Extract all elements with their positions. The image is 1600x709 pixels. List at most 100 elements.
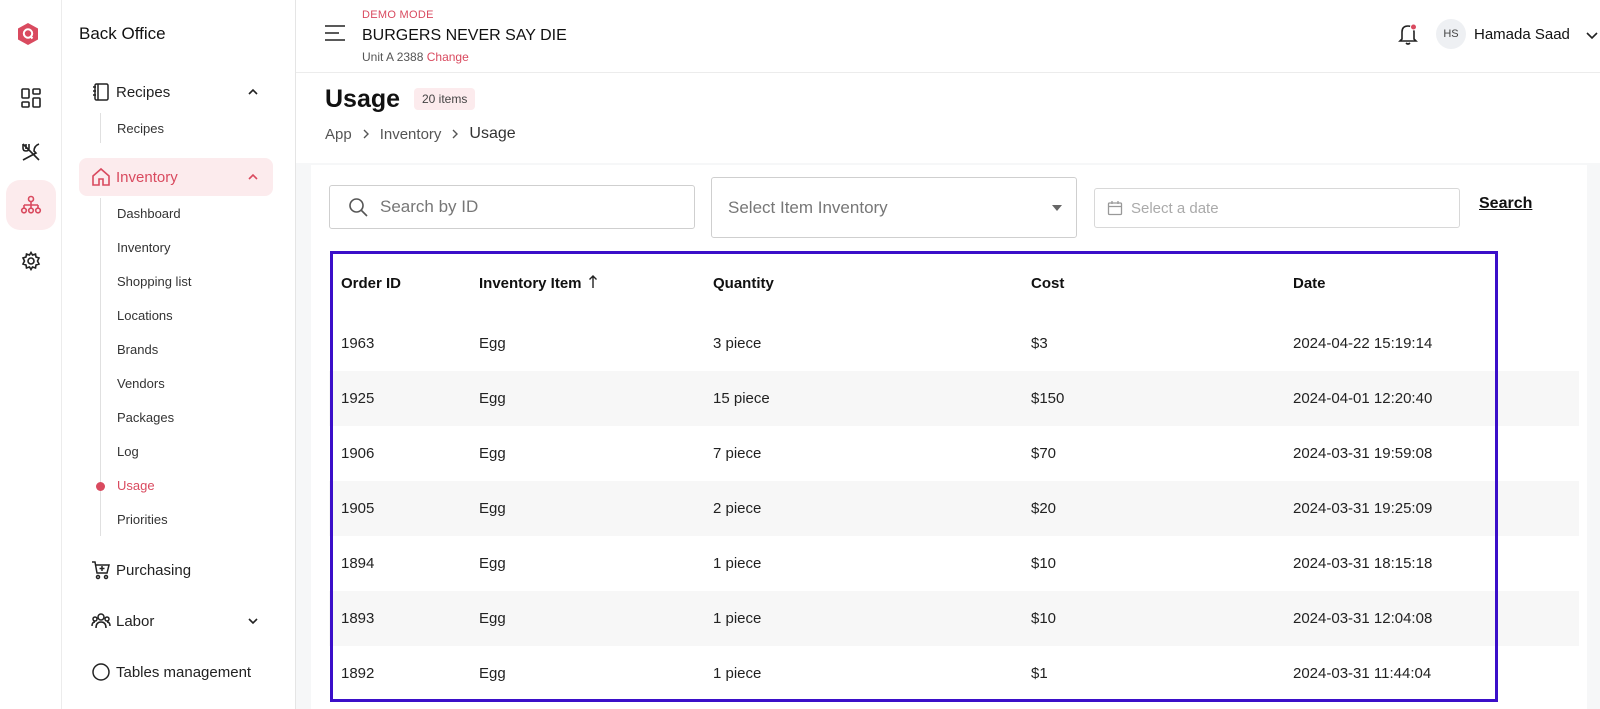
- column-cost[interactable]: Cost: [1031, 275, 1064, 292]
- cell-inventory-item: Egg: [479, 445, 506, 462]
- cell-cost: $20: [1031, 500, 1057, 517]
- avatar[interactable]: HS: [1436, 19, 1466, 49]
- cell-cost: $10: [1031, 610, 1057, 627]
- date-picker[interactable]: Select a date: [1094, 188, 1460, 228]
- sidebar-item-dashboard[interactable]: Dashboard: [117, 206, 181, 221]
- circle-icon: [90, 661, 112, 683]
- cell-inventory-item: Egg: [479, 500, 506, 517]
- sidebar-brand: Back Office: [79, 24, 166, 43]
- book-icon: [90, 81, 112, 103]
- caret-down-icon: [1052, 205, 1062, 211]
- sidebar-item-locations[interactable]: Locations: [117, 308, 173, 323]
- active-indicator: [96, 482, 105, 491]
- cart-icon: [90, 559, 112, 581]
- chevron-right-icon: [363, 129, 369, 139]
- cell-order-id: 1893: [341, 610, 375, 627]
- sidebar-group-label: Labor: [116, 612, 155, 630]
- content-card: Select Item Inventory Select a date Sear…: [311, 165, 1587, 709]
- cell-quantity: 7 piece: [713, 445, 762, 462]
- table-row[interactable]: 1906 Egg 7 piece $70 2024-03-31 19:59:08: [329, 426, 1579, 481]
- sidebar-group-tables[interactable]: Tables management: [79, 653, 273, 691]
- column-order-id[interactable]: Order ID: [341, 275, 401, 292]
- sidebar-item-log[interactable]: Log: [117, 444, 139, 459]
- cell-quantity: 2 piece: [713, 500, 762, 517]
- column-quantity[interactable]: Quantity: [713, 275, 774, 292]
- cell-cost: $150: [1031, 390, 1065, 407]
- sidebar-group-recipes[interactable]: Recipes: [79, 73, 273, 111]
- cell-cost: $1: [1031, 665, 1048, 682]
- sidebar-item-shopping-list[interactable]: Shopping list: [117, 274, 191, 289]
- select-placeholder: Select Item Inventory: [728, 197, 888, 217]
- table-row[interactable]: 1905 Egg 2 piece $20 2024-03-31 19:25:09: [329, 481, 1579, 536]
- chevron-down-icon[interactable]: [1586, 30, 1598, 40]
- main-content: Usage 20 items App Inventory Usage Selec…: [296, 73, 1600, 709]
- cell-date: 2024-03-31 18:15:18: [1293, 555, 1433, 572]
- cell-quantity: 1 piece: [713, 610, 762, 627]
- cell-inventory-item: Egg: [479, 665, 506, 682]
- bell-icon[interactable]: [1396, 22, 1420, 46]
- cell-inventory-item: Egg: [479, 390, 506, 407]
- sidebar-item-priorities[interactable]: Priorities: [117, 512, 168, 527]
- search-button[interactable]: Search: [1479, 195, 1532, 213]
- column-date[interactable]: Date: [1293, 275, 1326, 292]
- page-header: Usage 20 items App Inventory Usage: [296, 73, 1600, 163]
- breadcrumb-usage: Usage: [469, 125, 516, 142]
- column-label: Inventory Item: [479, 275, 582, 292]
- table-row[interactable]: 1893 Egg 1 piece $10 2024-03-31 12:04:08: [329, 591, 1579, 646]
- breadcrumb-app[interactable]: App: [325, 126, 352, 143]
- sidebar-group-purchasing[interactable]: Purchasing: [79, 551, 273, 589]
- table-row[interactable]: 1894 Egg 1 piece $10 2024-03-31 18:15:18: [329, 536, 1579, 591]
- cell-date: 2024-04-22 15:19:14: [1293, 335, 1433, 352]
- chevron-down-icon[interactable]: [247, 615, 259, 627]
- column-inventory-item[interactable]: Inventory Item: [479, 275, 598, 292]
- cell-date: 2024-03-31 12:04:08: [1293, 610, 1433, 627]
- search-box[interactable]: [329, 185, 695, 229]
- cell-date: 2024-03-31 11:44:04: [1293, 665, 1432, 682]
- sidebar-group-inventory[interactable]: Inventory: [79, 158, 273, 196]
- sort-arrow-up-icon[interactable]: [588, 275, 598, 289]
- rail-dashboard-button[interactable]: [6, 73, 56, 123]
- demo-mode-label: DEMO MODE: [362, 9, 434, 21]
- cell-quantity: 1 piece: [713, 555, 762, 572]
- cell-date: 2024-04-01 12:20:40: [1293, 390, 1433, 407]
- cell-order-id: 1905: [341, 500, 375, 517]
- menu-icon[interactable]: [324, 24, 346, 42]
- home-icon: [90, 166, 112, 188]
- table-row[interactable]: 1963 Egg 3 piece $3 2024-04-22 15:19:14: [329, 316, 1579, 371]
- rail-menu-button[interactable]: [6, 127, 56, 177]
- breadcrumb-inventory[interactable]: Inventory: [380, 126, 442, 143]
- sidebar-group-labor[interactable]: Labor: [79, 602, 273, 640]
- chevron-up-icon[interactable]: [247, 171, 259, 183]
- table-row[interactable]: 1892 Egg 1 piece $1 2024-03-31 11:44:04: [329, 646, 1579, 701]
- utensils-icon: [22, 143, 40, 161]
- chevron-right-icon: [452, 129, 459, 139]
- sidebar-item-vendors[interactable]: Vendors: [117, 376, 165, 391]
- sidebar-item-packages[interactable]: Packages: [117, 410, 174, 425]
- tree-line: [100, 113, 101, 143]
- sidebar-item-recipes[interactable]: Recipes: [117, 121, 164, 136]
- rail-settings-button[interactable]: [6, 236, 56, 286]
- inventory-item-select[interactable]: Select Item Inventory: [711, 177, 1077, 238]
- cell-order-id: 1892: [341, 665, 375, 682]
- table-row[interactable]: 1925 Egg 15 piece $150 2024-04-01 12:20:…: [329, 371, 1579, 426]
- user-name[interactable]: Hamada Saad: [1474, 26, 1570, 43]
- search-input[interactable]: [380, 197, 680, 217]
- cell-order-id: 1963: [341, 335, 375, 352]
- cell-inventory-item: Egg: [479, 555, 506, 572]
- cell-order-id: 1894: [341, 555, 375, 572]
- cell-date: 2024-03-31 19:25:09: [1293, 500, 1433, 517]
- sidebar-item-brands[interactable]: Brands: [117, 342, 158, 357]
- cell-inventory-item: Egg: [479, 335, 506, 352]
- cell-cost: $10: [1031, 555, 1057, 572]
- gear-icon: [21, 251, 41, 271]
- logo-icon[interactable]: [16, 22, 40, 46]
- sidebar-item-inventory[interactable]: Inventory: [117, 240, 170, 255]
- rail-org-button[interactable]: [6, 180, 56, 230]
- sidebar-item-usage[interactable]: Usage: [117, 478, 155, 493]
- top-bar: DEMO MODE BURGERS NEVER SAY DIE Unit A 2…: [296, 0, 1600, 73]
- org-chart-icon: [20, 195, 42, 214]
- chevron-up-icon[interactable]: [247, 86, 259, 98]
- date-placeholder: Select a date: [1131, 199, 1219, 217]
- change-unit-link[interactable]: Change: [427, 50, 469, 64]
- cell-inventory-item: Egg: [479, 610, 506, 627]
